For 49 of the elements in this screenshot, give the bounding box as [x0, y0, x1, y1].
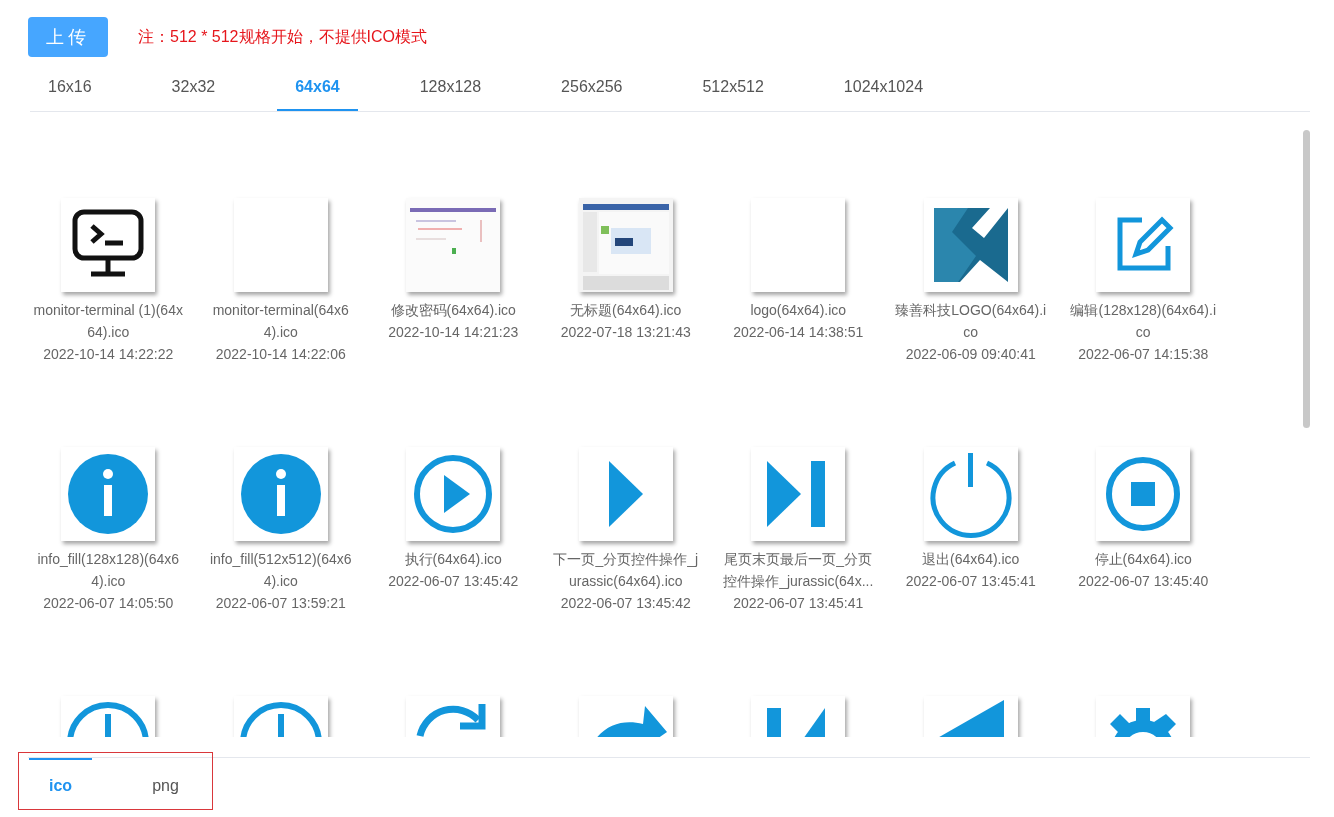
format-tab[interactable]: png: [132, 758, 199, 810]
file-name: logo(64x64).ico: [749, 301, 848, 320]
file-date: 2022-06-07 13:59:21: [214, 594, 347, 613]
file-date: 2022-06-09 09:40:41: [904, 345, 1037, 364]
file-date: 2022-06-07 13:45:42: [387, 572, 520, 591]
file-thumbnail[interactable]: [233, 447, 328, 541]
file-thumbnail[interactable]: [406, 447, 501, 541]
blank-thumbnail[interactable]: [233, 198, 328, 292]
scrollbar[interactable]: [1303, 130, 1310, 428]
file-thumbnail[interactable]: [923, 198, 1018, 292]
file-thumbnail[interactable]: [923, 447, 1018, 541]
file-name: monitor-terminal (1)(64x64).ico: [32, 301, 184, 342]
file-name: info_fill(512x512)(64x64).ico: [208, 550, 353, 591]
file-date: 2022-10-14 14:21:23: [387, 323, 520, 342]
file-name: 执行(64x64).ico: [403, 550, 503, 569]
file-thumbnail[interactable]: [61, 198, 156, 292]
file-date: 2022-07-18 13:21:43: [559, 323, 692, 342]
file-name: info_fill(128x128)(64x64).ico: [36, 550, 181, 591]
file-name: 编辑(128x128)(64x64).ico: [1069, 301, 1217, 342]
file-date: 2022-06-07 13:45:41: [904, 572, 1037, 591]
file-thumbnail[interactable]: [1096, 198, 1191, 292]
file-name: 下一页_分页控件操作_jurassic(64x64).ico: [552, 550, 700, 591]
file-name: 尾页末页最后一页_分页控件操作_jurassic(64x...: [722, 550, 875, 591]
file-date: 2022-06-07 13:45:42: [559, 594, 692, 613]
file-name: 退出(64x64).ico: [921, 550, 1021, 569]
file-date: 2022-06-14 14:38:51: [732, 323, 865, 342]
size-tab[interactable]: 512x512: [684, 70, 782, 111]
blank-thumbnail[interactable]: [751, 198, 846, 292]
size-tab[interactable]: 32x32: [153, 70, 234, 111]
size-tab[interactable]: 16x16: [30, 70, 110, 111]
file-date: 2022-06-07 13:45:40: [1077, 572, 1210, 591]
file-date: 2022-06-07 13:45:41: [732, 594, 865, 613]
file-name: 无标题(64x64).ico: [569, 301, 683, 320]
file-name: 修改密码(64x64).ico: [389, 301, 517, 320]
file-name: 臻善科技LOGO(64x64).ico: [894, 301, 1047, 342]
note-text: 注：512 * 512规格开始，不提供ICO模式: [138, 26, 427, 47]
file-thumbnail[interactable]: [578, 447, 673, 541]
size-tab[interactable]: 128x128: [401, 70, 500, 111]
file-thumbnail[interactable]: [1096, 447, 1191, 541]
file-date: 2022-10-14 14:22:22: [42, 345, 175, 364]
file-date: 2022-10-14 14:22:06: [214, 345, 347, 364]
file-date: 2022-06-07 14:15:38: [1077, 345, 1210, 364]
file-date: 2022-06-07 14:05:50: [42, 594, 175, 613]
size-tab[interactable]: 1024x1024: [825, 70, 942, 111]
file-thumbnail[interactable]: [751, 447, 846, 541]
file-thumbnail[interactable]: [61, 447, 156, 541]
file-name: monitor-terminal(64x64).ico: [211, 301, 350, 342]
file-name: 停止(64x64).ico: [1093, 550, 1193, 569]
size-tab[interactable]: 256x256: [543, 70, 641, 111]
